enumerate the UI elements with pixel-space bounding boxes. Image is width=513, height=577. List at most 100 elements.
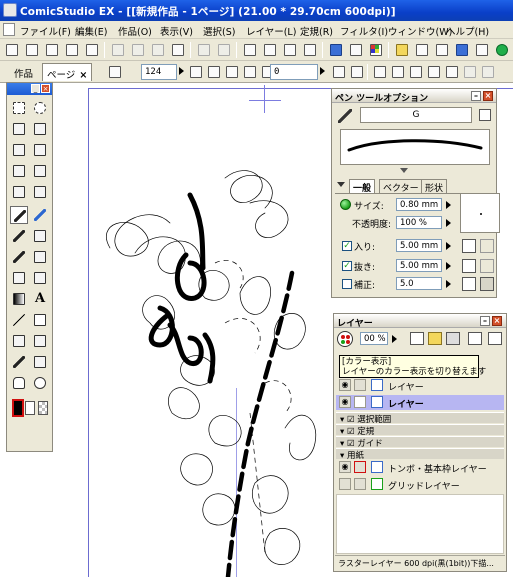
lasso-tool-icon[interactable] <box>31 99 49 117</box>
actual-size-icon[interactable] <box>224 64 240 80</box>
brush-tool-icon[interactable] <box>10 248 28 266</box>
pen-name-field[interactable]: G <box>360 107 472 123</box>
copy-icon[interactable] <box>130 42 146 58</box>
no-print-icon[interactable] <box>354 461 366 473</box>
transform-icon[interactable] <box>10 162 28 180</box>
menu-file[interactable]: ファイル(F) <box>20 24 71 38</box>
layer-palette-icon[interactable] <box>348 42 364 58</box>
undo-icon[interactable] <box>196 42 212 58</box>
pattern-brush-icon[interactable] <box>31 269 49 287</box>
menu-filter[interactable]: フィルタ(I) <box>340 24 388 38</box>
out-input[interactable]: 5.00 mm <box>396 259 442 272</box>
close-icon[interactable]: × <box>483 91 493 101</box>
frame-tool-icon[interactable] <box>31 183 49 201</box>
black-color-swatch[interactable] <box>12 399 24 417</box>
snap-grid-icon[interactable] <box>390 64 406 80</box>
zoom-dropdown-icon[interactable] <box>179 67 184 75</box>
navigator-icon[interactable] <box>414 42 430 58</box>
expand-icon[interactable] <box>400 168 408 173</box>
eraser-tool-icon[interactable] <box>31 227 49 245</box>
close-icon[interactable]: × <box>492 316 502 326</box>
tab-work[interactable]: 作品 <box>10 63 37 81</box>
tab-close-icon[interactable]: × <box>79 70 87 81</box>
document-icon[interactable] <box>3 23 15 36</box>
layer-menu-icon[interactable] <box>488 332 502 345</box>
eye-icon[interactable] <box>339 478 351 490</box>
folder-paper[interactable]: ▾ 用紙 <box>336 448 504 461</box>
minimize-icon[interactable]: – <box>471 91 481 101</box>
marquee-tool-icon[interactable] <box>10 99 28 117</box>
rotate-left-icon[interactable] <box>242 64 258 80</box>
hand-move-icon[interactable] <box>31 141 49 159</box>
object-select-icon[interactable] <box>31 120 49 138</box>
opacity-arrow-icon[interactable] <box>446 219 451 227</box>
layer-row[interactable]: ◉ トンボ・基本枠レイヤー <box>336 460 504 475</box>
color-selector[interactable] <box>10 397 51 421</box>
print-icon[interactable] <box>242 42 258 58</box>
close-doc-icon[interactable] <box>64 42 80 58</box>
layer-opacity-input[interactable]: 00 % <box>360 332 388 345</box>
new-folder-icon[interactable] <box>428 332 442 345</box>
opacity-input[interactable]: 100 % <box>396 216 442 229</box>
color-palette-icon[interactable] <box>368 42 384 58</box>
print-preview-icon[interactable] <box>480 64 496 80</box>
in-input[interactable]: 5.00 mm <box>396 239 442 252</box>
rotation-dropdown-icon[interactable] <box>320 67 325 75</box>
redo-icon[interactable] <box>216 42 232 58</box>
folder-ruler[interactable]: ▾ ☑ 定規 <box>336 424 504 437</box>
pen-menu-icon[interactable] <box>479 109 491 121</box>
save-icon[interactable] <box>84 42 100 58</box>
correction-input[interactable]: 5.0 <box>396 277 442 290</box>
marker-tool-icon[interactable] <box>10 227 28 245</box>
layer-move-icon[interactable] <box>10 141 28 159</box>
menu-layer[interactable]: レイヤー(L) <box>246 24 296 38</box>
open-icon[interactable] <box>44 42 60 58</box>
out-curve-icon[interactable] <box>462 259 476 273</box>
size-input[interactable]: 0.80 mm <box>396 198 442 211</box>
pen-edit-icon[interactable] <box>354 396 366 408</box>
move-arrows-icon[interactable] <box>31 162 49 180</box>
in-arrow-icon[interactable] <box>446 242 451 250</box>
gradient-tool-icon[interactable] <box>10 290 28 308</box>
page-view-icon[interactable] <box>262 42 278 58</box>
action-icon[interactable] <box>454 42 470 58</box>
snap-ruler-icon[interactable] <box>372 64 388 80</box>
eye-icon[interactable]: ◉ <box>339 396 351 408</box>
layer-row-active[interactable]: ◉ レイヤー <box>336 395 504 410</box>
new-page-icon[interactable] <box>24 42 40 58</box>
ruler-tool-icon[interactable] <box>10 183 28 201</box>
transparent-color-swatch[interactable] <box>38 401 48 415</box>
minimize-icon[interactable]: _ <box>31 84 40 93</box>
material-icon[interactable] <box>394 42 410 58</box>
cut-icon[interactable] <box>110 42 126 58</box>
lock-icon[interactable] <box>354 379 366 391</box>
color-display-icon[interactable] <box>337 331 353 347</box>
out-arrow-icon[interactable] <box>446 262 451 270</box>
grid-toggle-icon[interactable] <box>474 42 490 58</box>
text-tool-icon[interactable]: A <box>31 290 49 308</box>
zoom-tool-icon[interactable] <box>31 374 49 392</box>
eyedropper-tool-icon[interactable] <box>10 353 28 371</box>
zoom-in-icon[interactable] <box>188 64 204 80</box>
magic-wand-icon[interactable] <box>10 120 28 138</box>
layer-opacity-arrow-icon[interactable] <box>392 335 397 343</box>
menu-help[interactable]: ヘルプ(H) <box>446 24 489 38</box>
layer-palette-header[interactable]: レイヤー – × <box>334 314 506 329</box>
lock-layer-icon[interactable] <box>468 332 482 345</box>
hand-tool-icon[interactable] <box>10 374 28 392</box>
eye-icon[interactable]: ◉ <box>339 461 351 473</box>
new-layer-icon[interactable] <box>410 332 424 345</box>
tab-page[interactable]: ページ × <box>42 63 93 81</box>
properties-icon[interactable] <box>434 42 450 58</box>
rectangle-tool-icon[interactable] <box>31 311 49 329</box>
stamp-tool-icon[interactable] <box>31 353 49 371</box>
eye-icon[interactable]: ◉ <box>339 379 351 391</box>
menu-view[interactable]: 表示(V) <box>160 24 193 38</box>
fill-tool-icon[interactable] <box>10 269 28 287</box>
tab-vector[interactable]: ベクター <box>379 179 423 194</box>
transparency-icon[interactable] <box>462 64 478 80</box>
close-icon[interactable]: × <box>41 84 50 93</box>
line-tool-icon[interactable] <box>10 311 28 329</box>
menu-select[interactable]: 選択(S) <box>203 24 235 38</box>
pen-options-header[interactable]: ペン ツールオプション – × <box>332 89 496 104</box>
